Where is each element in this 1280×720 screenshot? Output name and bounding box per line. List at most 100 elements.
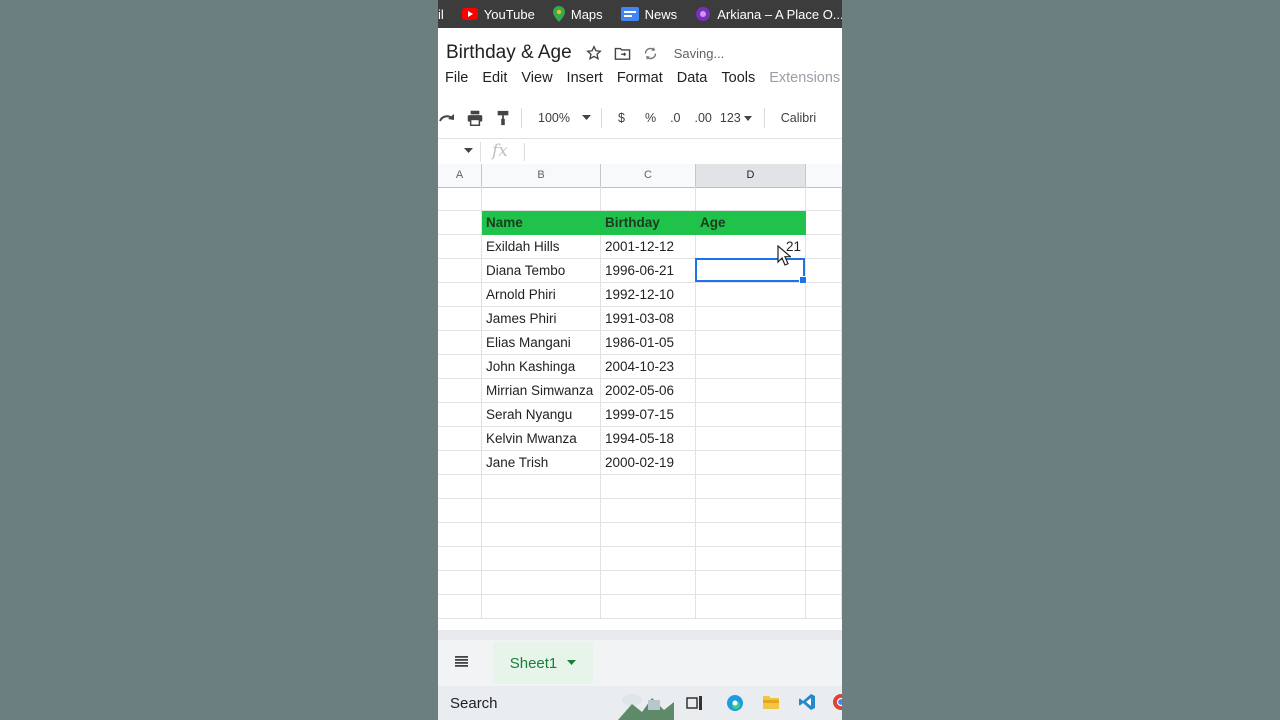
cell[interactable] (482, 595, 601, 619)
cell[interactable] (806, 523, 842, 547)
name-box-dropdown-icon[interactable] (464, 148, 473, 154)
name-cell[interactable]: Mirrian Simwanza (482, 379, 601, 403)
name-cell[interactable]: Diana Tembo (482, 259, 601, 283)
cell[interactable] (482, 475, 601, 499)
menu-file[interactable]: File (445, 70, 468, 92)
column-header-e[interactable] (806, 164, 842, 187)
cell[interactable] (806, 427, 842, 451)
age-cell[interactable] (696, 451, 806, 475)
birthday-cell[interactable]: 2004-10-23 (601, 355, 696, 379)
task-view-icon[interactable] (686, 695, 704, 711)
cell[interactable] (482, 547, 601, 571)
file-explorer-icon[interactable] (762, 694, 780, 710)
cell[interactable] (438, 499, 482, 523)
cell[interactable] (601, 187, 696, 211)
cell[interactable] (438, 451, 482, 475)
cell[interactable] (438, 595, 482, 619)
age-cell[interactable] (696, 403, 806, 427)
cell[interactable] (438, 211, 482, 235)
cell[interactable] (438, 331, 482, 355)
cell[interactable] (806, 475, 842, 499)
bookmark-youtube[interactable]: YouTube (461, 7, 535, 22)
cell[interactable] (601, 499, 696, 523)
name-cell[interactable]: Arnold Phiri (482, 283, 601, 307)
cell[interactable] (806, 355, 842, 379)
cell[interactable] (806, 259, 842, 283)
sheet-tab-sheet1[interactable]: Sheet1 (493, 642, 593, 684)
fill-handle[interactable] (799, 276, 807, 284)
cell[interactable] (696, 571, 806, 595)
birthday-cell[interactable]: 1986-01-05 (601, 331, 696, 355)
chevron-down-icon[interactable] (581, 115, 591, 121)
menu-insert[interactable]: Insert (567, 70, 603, 92)
cell[interactable] (482, 499, 601, 523)
menu-tools[interactable]: Tools (721, 70, 755, 92)
bookmark-maps[interactable]: Maps (552, 6, 603, 22)
cell[interactable] (438, 187, 482, 211)
star-icon[interactable] (585, 45, 602, 61)
weather-widget-icon[interactable] (618, 690, 674, 720)
bookmark-truncated[interactable]: il (438, 7, 444, 22)
document-title[interactable]: Birthday & Age (446, 42, 572, 64)
cell[interactable] (601, 475, 696, 499)
header-age[interactable]: Age (696, 211, 806, 235)
header-birthday[interactable]: Birthday (601, 211, 696, 235)
name-cell[interactable]: Jane Trish (482, 451, 601, 475)
age-cell[interactable] (696, 379, 806, 403)
name-cell[interactable]: James Phiri (482, 307, 601, 331)
column-header-c[interactable]: C (601, 164, 696, 187)
menu-format[interactable]: Format (617, 70, 663, 92)
cell[interactable] (806, 235, 842, 259)
cell[interactable] (438, 475, 482, 499)
cell[interactable] (482, 187, 601, 211)
cell[interactable] (806, 211, 842, 235)
cell[interactable] (696, 547, 806, 571)
birthday-cell[interactable]: 2002-05-06 (601, 379, 696, 403)
cell[interactable] (806, 331, 842, 355)
cell[interactable] (601, 547, 696, 571)
move-folder-icon[interactable] (614, 46, 631, 61)
cell[interactable] (438, 283, 482, 307)
bookmark-news[interactable]: News (620, 7, 677, 22)
age-cell[interactable] (696, 307, 806, 331)
name-cell[interactable]: Kelvin Mwanza (482, 427, 601, 451)
cell[interactable] (806, 283, 842, 307)
name-cell[interactable]: Serah Nyangu (482, 403, 601, 427)
cell[interactable] (482, 523, 601, 547)
all-sheets-menu-icon[interactable] (455, 656, 468, 667)
redo-icon[interactable] (438, 111, 456, 125)
edge-browser-icon[interactable] (726, 694, 744, 712)
chevron-down-icon[interactable] (567, 660, 577, 666)
cell[interactable] (806, 571, 842, 595)
name-cell[interactable]: Elias Mangani (482, 331, 601, 355)
birthday-cell[interactable]: 1996-06-21 (601, 259, 696, 283)
cell[interactable] (438, 307, 482, 331)
cell[interactable] (601, 571, 696, 595)
cell[interactable] (438, 547, 482, 571)
cell[interactable] (601, 523, 696, 547)
age-cell[interactable] (696, 331, 806, 355)
cell[interactable] (438, 379, 482, 403)
zoom-select[interactable]: 100% (538, 111, 570, 125)
taskbar-search[interactable]: Search (450, 695, 498, 712)
cell[interactable] (696, 595, 806, 619)
birthday-cell[interactable]: 1992-12-10 (601, 283, 696, 307)
birthday-cell[interactable]: 2001-12-12 (601, 235, 696, 259)
menu-data[interactable]: Data (677, 70, 708, 92)
cell[interactable] (806, 595, 842, 619)
print-icon[interactable] (466, 110, 484, 126)
paint-format-icon[interactable] (496, 110, 510, 126)
cell[interactable] (696, 187, 806, 211)
cell[interactable] (696, 499, 806, 523)
increase-decimal-button[interactable]: .00 (695, 111, 712, 125)
currency-format-button[interactable]: $ (618, 111, 625, 125)
cell[interactable] (696, 475, 806, 499)
birthday-cell[interactable]: 1999-07-15 (601, 403, 696, 427)
bookmark-arkiana[interactable]: Arkiana – A Place O... (695, 6, 842, 22)
column-header-b[interactable]: B (482, 164, 601, 187)
cell[interactable] (601, 595, 696, 619)
column-header-d[interactable]: D (696, 164, 806, 187)
decrease-decimal-button[interactable]: .0 (670, 111, 680, 125)
cell[interactable] (806, 547, 842, 571)
birthday-cell[interactable]: 1991-03-08 (601, 307, 696, 331)
